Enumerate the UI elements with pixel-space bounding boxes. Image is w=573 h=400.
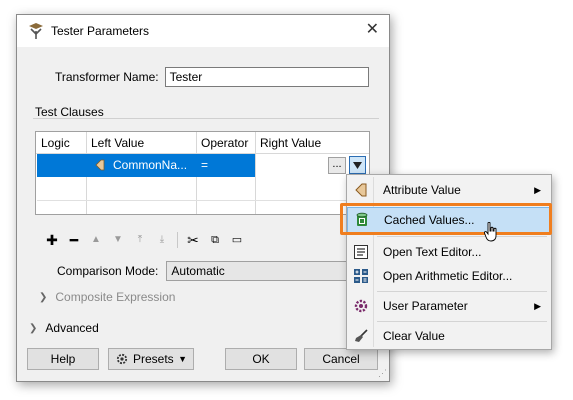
gear-icon	[354, 299, 368, 313]
menu-item-open-text-editor[interactable]: Open Text Editor...	[347, 239, 551, 265]
presets-button[interactable]: Presets ▼	[108, 348, 194, 370]
move-bottom-icon[interactable]: ⤓	[151, 231, 173, 249]
presets-label: Presets	[133, 352, 174, 366]
move-up-icon[interactable]: ▲	[85, 231, 107, 249]
menu-item-label: Open Arithmetic Editor...	[383, 269, 513, 283]
chevron-right-icon: ❯	[39, 291, 48, 303]
transformer-icon	[29, 23, 43, 39]
text-editor-icon	[354, 245, 368, 259]
column-header-right-value[interactable]: Right Value	[260, 136, 321, 150]
table-row[interactable]	[37, 178, 367, 201]
tester-parameters-dialog: Tester Parameters ✕ Transformer Name: Te…	[16, 14, 390, 382]
column-header-logic[interactable]: Logic	[41, 136, 70, 150]
ok-button[interactable]: OK	[225, 348, 297, 370]
menu-item-attribute-value[interactable]: Attribute Value ▶	[347, 177, 551, 203]
column-divider	[255, 132, 256, 214]
clause-toolbar: ✚ ━ ▲ ▼ ⤒ ⤓ ✂ ⧉ ▭	[41, 231, 248, 249]
value-dropdown-button[interactable]	[349, 156, 366, 174]
remove-icon[interactable]: ━	[63, 231, 85, 249]
title-bar: Tester Parameters ✕	[17, 15, 389, 47]
cancel-button[interactable]: Cancel	[304, 348, 378, 370]
table-row[interactable]: CommonNa... =	[37, 154, 255, 177]
column-header-operator[interactable]: Operator	[201, 136, 248, 150]
paste-icon[interactable]: ▭	[226, 231, 248, 249]
menu-item-label: Open Text Editor...	[383, 245, 482, 259]
chevron-down-icon: ▼	[178, 354, 187, 364]
comparison-mode-row: Comparison Mode: Automatic	[57, 261, 357, 281]
composite-expression-label: Composite Expression	[55, 290, 176, 304]
advanced-expander[interactable]: ❯ Advanced	[29, 321, 99, 335]
menu-separator	[377, 321, 547, 322]
menu-item-user-parameter[interactable]: User Parameter ▶	[347, 293, 551, 319]
menu-separator	[377, 236, 547, 237]
comparison-mode-label: Comparison Mode:	[57, 264, 159, 278]
help-button[interactable]: Help	[27, 348, 99, 370]
menu-item-label: Clear Value	[383, 329, 445, 343]
mouse-cursor-icon	[484, 222, 497, 242]
ellipsis-button[interactable]: ...	[328, 157, 346, 174]
callout-highlight	[340, 203, 552, 235]
attribute-icon	[355, 183, 367, 197]
left-value-cell: CommonNa...	[113, 158, 188, 172]
transformer-name-label: Transformer Name:	[55, 70, 159, 84]
column-header-left-value[interactable]: Left Value	[91, 136, 144, 150]
attribute-icon	[95, 159, 105, 171]
menu-separator	[377, 291, 547, 292]
transformer-name-input[interactable]: Tester	[164, 67, 369, 87]
add-icon[interactable]: ✚	[41, 231, 63, 249]
group-divider	[33, 118, 379, 119]
chevron-right-icon: ❯	[29, 322, 38, 334]
menu-item-label: User Parameter	[383, 299, 468, 313]
menu-item-open-arithmetic-editor[interactable]: Open Arithmetic Editor...	[347, 263, 551, 289]
gear-icon	[116, 353, 128, 365]
broom-icon	[355, 329, 368, 342]
operator-cell: =	[201, 158, 209, 172]
chevron-down-icon	[353, 162, 362, 169]
transformer-name-row: Transformer Name: Tester	[55, 67, 369, 87]
window-title: Tester Parameters	[51, 24, 150, 38]
move-top-icon[interactable]: ⤒	[129, 231, 151, 249]
menu-item-label: Attribute Value	[383, 183, 461, 197]
composite-expression-expander[interactable]: ❯ Composite Expression	[39, 290, 175, 304]
calculator-icon	[354, 269, 368, 283]
resize-grip-icon[interactable]: ⋰	[378, 368, 387, 379]
value-context-menu: Attribute Value ▶ Cached Values... Open …	[346, 174, 552, 350]
advanced-label: Advanced	[45, 321, 99, 335]
move-down-icon[interactable]: ▼	[107, 231, 129, 249]
test-clauses-table: Logic Left Value Operator Right Value Co…	[35, 131, 370, 215]
cut-icon[interactable]: ✂	[182, 231, 204, 249]
menu-item-clear-value[interactable]: Clear Value	[347, 323, 551, 349]
test-clauses-label: Test Clauses	[35, 105, 104, 119]
submenu-arrow-icon: ▶	[534, 300, 541, 311]
copy-icon[interactable]: ⧉	[204, 231, 226, 249]
toolbar-divider	[177, 232, 178, 248]
comparison-mode-select[interactable]: Automatic	[166, 261, 357, 281]
close-icon[interactable]: ✕	[366, 22, 379, 38]
submenu-arrow-icon: ▶	[534, 184, 541, 195]
